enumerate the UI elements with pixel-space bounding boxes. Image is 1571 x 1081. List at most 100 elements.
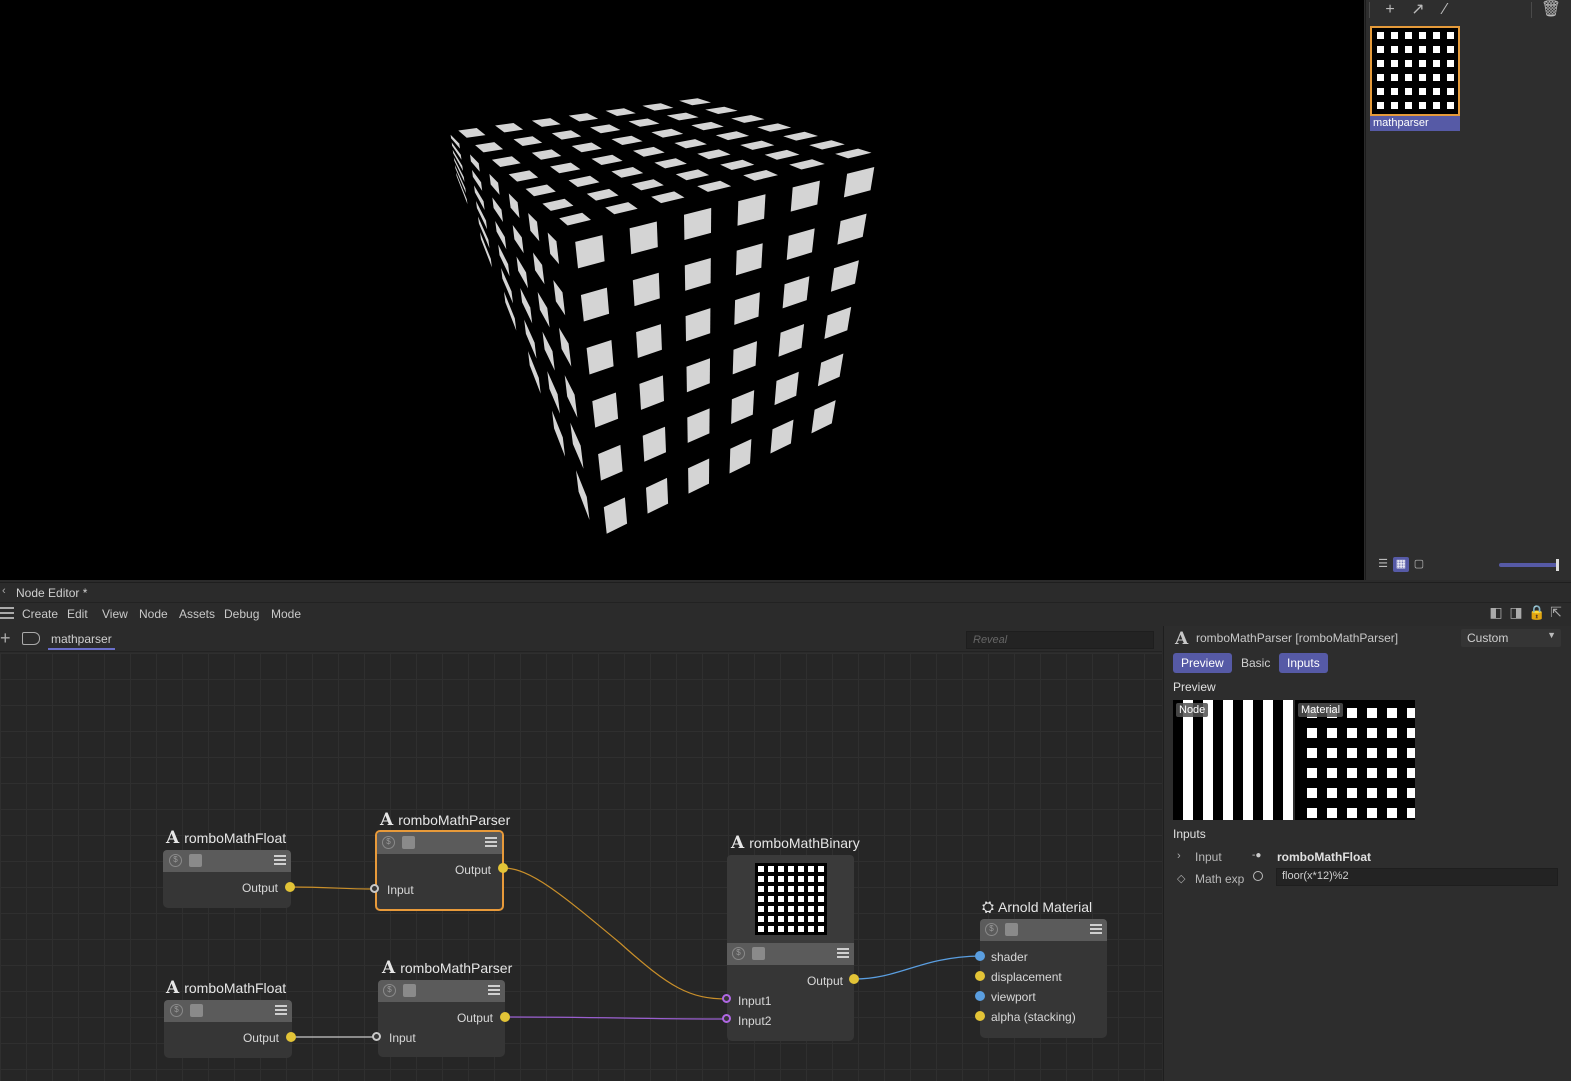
port-shader: shader	[991, 950, 1028, 964]
arnold-material-icon: ⛭	[982, 899, 995, 916]
menu-icon[interactable]	[1090, 924, 1102, 936]
material-name[interactable]: mathparser	[1370, 116, 1460, 131]
node-parser1-title: AromboMathParser	[380, 810, 511, 830]
trash-icon[interactable]: 🗑	[1538, 0, 1564, 20]
image-icon[interactable]	[1005, 923, 1018, 936]
add-tab-icon[interactable]: +	[0, 628, 11, 648]
expand-chevron-icon[interactable]: ›	[1177, 850, 1181, 862]
s-icon[interactable]: $	[732, 947, 745, 960]
tab-basic[interactable]: Basic	[1233, 653, 1278, 673]
node-rombo-math-binary[interactable]: $ Output Input1 Input2	[727, 855, 854, 1041]
inputs-heading: Inputs	[1173, 827, 1206, 841]
arrow-up-right-icon[interactable]: ↗	[1405, 0, 1431, 20]
menu-icon[interactable]	[837, 948, 849, 960]
menu-icon[interactable]	[488, 985, 500, 997]
node-preview: Node	[1173, 700, 1293, 820]
output-port[interactable]	[849, 974, 859, 984]
port-output: Output	[454, 863, 491, 877]
image-icon[interactable]	[189, 854, 202, 867]
mathexp-label: Math exp	[1195, 872, 1245, 886]
input-port[interactable]	[370, 884, 379, 893]
output-port[interactable]	[500, 1012, 510, 1022]
output-port[interactable]	[285, 882, 295, 892]
displacement-port[interactable]	[975, 971, 985, 981]
thumbnail-size-slider[interactable]	[1499, 559, 1559, 571]
mathexp-field[interactable]: floor(x*12)%2	[1276, 868, 1558, 886]
tab-preview[interactable]: Preview	[1173, 653, 1232, 673]
viewport-port[interactable]	[975, 991, 985, 1001]
node-type-icon: A	[1175, 629, 1189, 649]
image-icon[interactable]	[190, 1004, 203, 1017]
external-link-icon[interactable]: ⇱	[1548, 603, 1564, 621]
lock-icon[interactable]: 🔒	[1528, 603, 1545, 621]
menu-icon[interactable]	[275, 1005, 287, 1017]
binary-preview-image	[755, 863, 827, 935]
node-rombo-math-parser-1[interactable]: $ Output Input	[375, 830, 504, 911]
shader-port[interactable]	[975, 951, 985, 961]
node-editor-title: Node Editor *	[16, 586, 88, 600]
connected-port-icon[interactable]: -●	[1252, 850, 1261, 861]
node-canvas[interactable]: AromboMathFloat $ Output AromboMathParse…	[0, 653, 1162, 1081]
image-icon[interactable]	[752, 947, 765, 960]
tab-inputs[interactable]: Inputs	[1279, 653, 1328, 673]
port-output: Output	[456, 1011, 493, 1025]
menu-icon[interactable]	[485, 837, 497, 849]
list-view-icon[interactable]: ☰	[1375, 557, 1391, 572]
input2-port[interactable]	[722, 1014, 731, 1023]
menu-edit[interactable]: Edit	[67, 607, 88, 621]
s-icon[interactable]: $	[382, 836, 395, 849]
node-float2-title: AromboMathFloat	[166, 978, 287, 998]
node-arnold-material[interactable]: $ shader displacement viewport alpha (st…	[980, 919, 1107, 1038]
node-rombo-math-parser-2[interactable]: $ Output Input	[378, 980, 505, 1057]
menu-icon[interactable]	[274, 855, 286, 867]
input-value[interactable]: romboMathFloat	[1277, 850, 1371, 864]
menu-assets[interactable]: Assets	[179, 607, 215, 621]
mode-dropdown[interactable]: Custom ▼	[1461, 629, 1561, 647]
node-binary-title: AromboMathBinary	[731, 833, 860, 853]
menu-debug[interactable]: Debug	[224, 607, 259, 621]
port-input2: Input2	[738, 1014, 772, 1028]
port-input: Input	[387, 883, 414, 897]
tab-mathparser[interactable]: mathparser	[48, 630, 115, 650]
collapse-icon[interactable]: ‹	[2, 585, 6, 597]
s-icon[interactable]: $	[383, 984, 396, 997]
reveal-search-input[interactable]: Reveal	[966, 631, 1154, 649]
panel-left-icon[interactable]: ◧	[1488, 603, 1504, 621]
viewport[interactable]	[0, 0, 1364, 580]
image-icon[interactable]	[403, 984, 416, 997]
material-thumbnail[interactable]	[1370, 26, 1460, 116]
diamond-icon[interactable]: ◇	[1177, 872, 1185, 885]
node-preview-tag: Node	[1176, 703, 1209, 717]
node-rombo-math-float-1[interactable]: $ Output	[163, 850, 291, 908]
port-alpha: alpha (stacking)	[991, 1010, 1076, 1024]
panel-right-icon[interactable]: ◨	[1508, 603, 1524, 621]
s-icon[interactable]: $	[169, 854, 182, 867]
s-icon[interactable]: $	[170, 1004, 183, 1017]
s-icon[interactable]: $	[985, 923, 998, 936]
port-viewport: viewport	[991, 990, 1036, 1004]
port-displacement: displacement	[991, 970, 1062, 984]
port-circle-icon[interactable]	[1253, 871, 1263, 881]
plus-icon[interactable]: +	[1377, 0, 1403, 20]
cube-render	[445, 95, 880, 534]
tag-icon[interactable]	[22, 632, 40, 645]
hamburger-icon[interactable]	[0, 607, 14, 622]
eyedropper-icon[interactable]: ⁄	[1432, 0, 1458, 20]
alpha-port[interactable]	[975, 1011, 985, 1021]
output-port[interactable]	[286, 1032, 296, 1042]
node-editor-title-bar: ‹ Node Editor *	[0, 582, 1571, 602]
input1-port[interactable]	[722, 994, 731, 1003]
grid-view-icon[interactable]: ▦	[1393, 557, 1409, 572]
node-float1-title: AromboMathFloat	[166, 828, 287, 848]
menu-create[interactable]: Create	[22, 607, 58, 621]
single-view-icon[interactable]: ▢	[1411, 557, 1427, 572]
menu-node[interactable]: Node	[139, 607, 168, 621]
node-rombo-math-float-2[interactable]: $ Output	[164, 1000, 292, 1058]
output-port[interactable]	[498, 863, 508, 873]
port-input: Input	[389, 1031, 416, 1045]
input-port[interactable]	[372, 1032, 381, 1041]
image-icon[interactable]	[402, 836, 415, 849]
menu-mode[interactable]: Mode	[271, 607, 301, 621]
menu-view[interactable]: View	[102, 607, 128, 621]
attribute-panel: A romboMathParser [romboMathParser] Cust…	[1163, 626, 1571, 1081]
